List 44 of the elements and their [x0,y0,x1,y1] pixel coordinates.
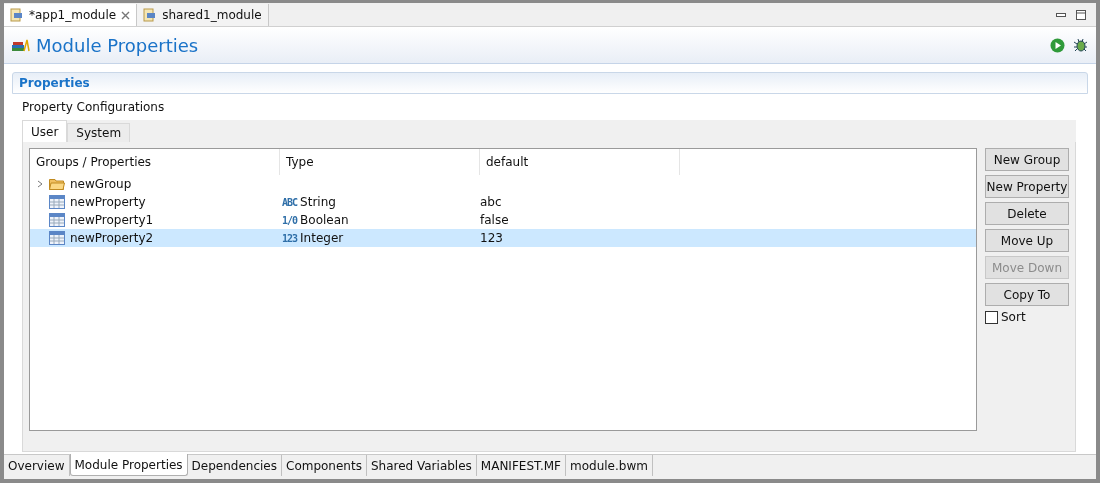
default-cell-text: 123 [480,231,504,245]
tab[interactable]: System [67,123,131,142]
tree-row[interactable]: newProperty1 1/0 Boolean false [30,211,976,229]
default-cell-text: abc [480,195,503,209]
section-title: Properties [12,72,1088,94]
tree-row[interactable]: newProperty2 123 Integer 123 [30,229,976,247]
column-header[interactable]: default [480,149,680,175]
editor-tab[interactable]: *app1_module [4,4,138,26]
column-header[interactable]: Groups / Properties [30,149,280,175]
type-cell: String [300,195,336,209]
table-icon [49,195,65,209]
property-name: newProperty2 [70,231,154,245]
type-icon: 123 [282,232,298,244]
action-button[interactable]: New Property [985,175,1069,198]
minimize-icon[interactable] [1056,13,1066,17]
type-cell: Boolean [300,213,349,227]
run-icon[interactable] [1050,37,1065,53]
column-header[interactable]: Type [280,149,480,175]
page-tab[interactable]: Module Properties [69,454,188,476]
tab[interactable]: User [22,120,68,142]
section-subtitle: Property Configurations [21,99,166,116]
sort-label: Sort [1001,310,1026,324]
tree-row[interactable]: newProperty ABC String abc [30,193,976,211]
action-button[interactable]: New Group [985,148,1069,171]
page-title: Module Properties [36,34,199,56]
close-icon[interactable] [121,10,131,20]
action-button[interactable]: Delete [985,202,1069,225]
type-icon: ABC [282,196,298,208]
default-cell-text: false [480,213,510,227]
folder-icon [49,178,65,190]
books-icon [12,38,30,52]
property-name: newProperty1 [70,213,154,227]
type-cell: Integer [300,231,344,245]
bug-icon[interactable] [1073,37,1088,53]
tree-row[interactable]: newGroup [30,175,976,193]
sort-checkbox[interactable] [985,310,998,324]
table-icon [49,231,65,245]
action-button[interactable]: Move Up [985,229,1069,252]
type-icon: 1/0 [282,214,298,226]
group-name: newGroup [70,177,132,191]
table-icon [49,213,65,227]
action-button[interactable]: Copy To [985,283,1069,306]
maximize-icon[interactable] [1076,10,1086,20]
property-name: newProperty [70,195,146,209]
